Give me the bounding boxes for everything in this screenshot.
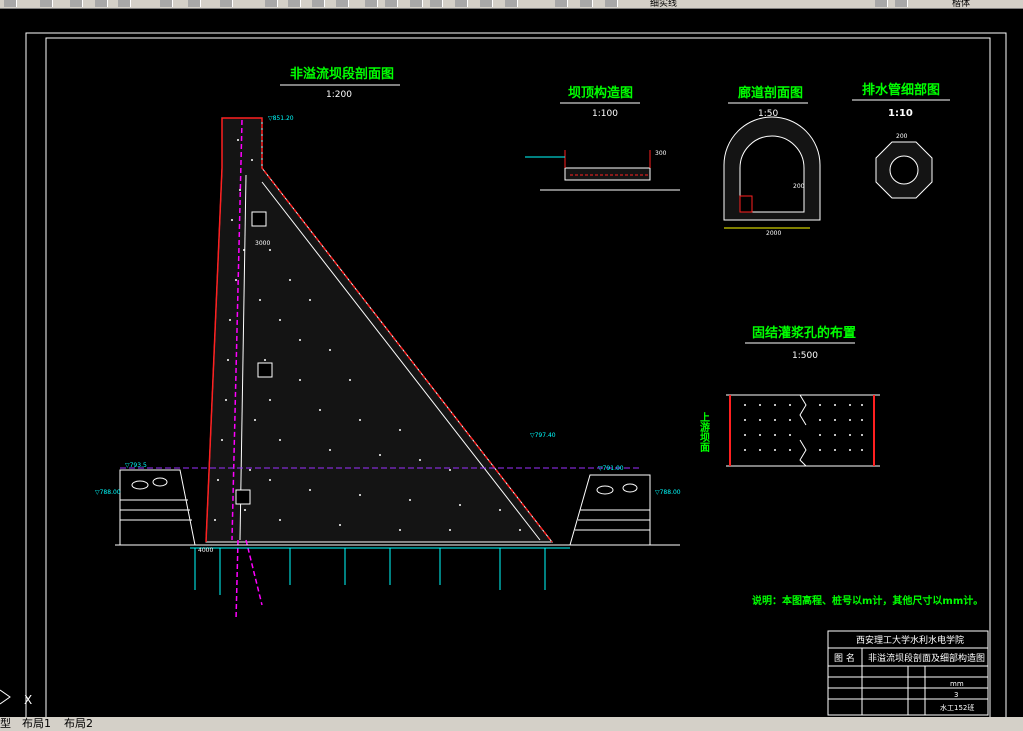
toolbar-button[interactable]: [385, 0, 398, 7]
upstream-face-label: 上游坝面: [698, 411, 710, 453]
toolbar: 细实线 楷体: [0, 0, 1023, 9]
toolbar-button[interactable]: [118, 0, 131, 7]
dimension-label: 4000: [198, 547, 213, 554]
grout-curtain: [235, 539, 239, 621]
crest-title: 坝顶构造图: [568, 85, 633, 101]
svg-text:200: 200: [896, 133, 908, 140]
layout-tabs: 型 布局1 布局2: [0, 717, 1023, 731]
cad-drawing: ▽851.20 ▽793.5 ▽788.00 ▽791.00 ▽788.00 ▽…: [0, 32, 1007, 726]
main-title: 非溢流坝段剖面图: [290, 66, 394, 82]
toolbar-button[interactable]: [40, 0, 53, 7]
grout-curtain: [245, 539, 263, 606]
toolbar-button[interactable]: [160, 0, 173, 7]
grout-layout: [726, 394, 880, 467]
dimension-label: 3000: [255, 240, 270, 247]
sheet-value: 3: [954, 691, 958, 699]
sheet-inner-frame: [45, 37, 991, 721]
toolbar-button[interactable]: [875, 0, 888, 7]
toolbar-button[interactable]: [365, 0, 378, 7]
grout-scale: 1:500: [792, 351, 818, 361]
toolbar-button[interactable]: [505, 0, 518, 7]
svg-text:300: 300: [655, 150, 667, 157]
zoom-icon[interactable]: [265, 0, 278, 7]
dam-body: [205, 117, 554, 543]
gallery: [235, 489, 251, 505]
tab-layout2[interactable]: 布局2: [64, 717, 93, 731]
drain-pipe-detail: 200: [875, 133, 933, 199]
grout-title: 固结灌浆孔的布置: [752, 325, 856, 341]
drain-title: 排水管细部图: [862, 82, 940, 98]
school-name: 西安理工大学水利水电学院: [856, 634, 964, 646]
ucs-x-label: X: [24, 693, 32, 707]
gallery: [251, 211, 267, 227]
crest-scale: 1:100: [592, 109, 618, 119]
toolbar-button[interactable]: [580, 0, 593, 7]
title-block: 西安理工大学水利水电学院 图 名 非溢流坝段剖面及细部构造图 mm 3 水工15…: [827, 630, 989, 716]
ucs-icon: [0, 689, 11, 705]
zoom-icon[interactable]: [288, 0, 301, 7]
class-value: 水工152班: [940, 703, 974, 712]
elevation-label: ▽797.40: [530, 432, 556, 439]
toolbar-button[interactable]: [95, 0, 108, 7]
sheet-outer-frame: [25, 32, 1007, 726]
zoom-icon[interactable]: [336, 0, 349, 7]
drain-scale: 1:10: [888, 108, 913, 119]
elevation-label: ▽851.20: [268, 115, 294, 122]
drawing-name: 非溢流坝段剖面及细部构造图: [868, 652, 985, 664]
crest-detail: 300: [525, 150, 680, 191]
elevation-label: ▽788.00: [655, 489, 681, 496]
foundation-anchors: [194, 548, 546, 595]
toolbar-button[interactable]: [4, 0, 17, 7]
drawing-canvas[interactable]: ▽851.20 ▽793.5 ▽788.00 ▽791.00 ▽788.00 ▽…: [0, 9, 1023, 726]
elevation-label: ▽788.00: [95, 489, 121, 496]
zoom-icon[interactable]: [312, 0, 325, 7]
toolbar-button[interactable]: [605, 0, 618, 7]
drawing-name-label: 图 名: [834, 652, 855, 664]
toolbar-button[interactable]: [895, 0, 908, 7]
gallery: [257, 362, 273, 378]
layer-combo[interactable]: 细实线: [650, 0, 677, 8]
svg-text:2000: 2000: [766, 230, 781, 237]
main-scale: 1:200: [326, 90, 352, 100]
toolbar-button[interactable]: [410, 0, 423, 7]
tab-layout1[interactable]: 布局1: [22, 717, 51, 731]
toolbar-button[interactable]: [455, 0, 468, 7]
dam-section: ▽851.20 ▽793.5 ▽788.00 ▽791.00 ▽788.00 ▽…: [95, 115, 681, 621]
tab-model[interactable]: 型: [0, 717, 11, 731]
elevation-label: ▽791.00: [598, 465, 624, 472]
style-combo[interactable]: 楷体: [952, 0, 970, 8]
svg-text:200: 200: [793, 183, 805, 190]
toolbar-button[interactable]: [220, 0, 233, 7]
toolbar-button[interactable]: [70, 0, 83, 7]
elevation-label: ▽793.5: [125, 462, 147, 469]
left-bank: [119, 469, 196, 546]
toolbar-button[interactable]: [188, 0, 201, 7]
gallery-title: 廊道剖面图: [738, 85, 803, 101]
drawing-note: 说明：本图高程、桩号以m计，其他尺寸以mm计。: [752, 594, 983, 607]
toolbar-button[interactable]: [480, 0, 493, 7]
toolbar-button[interactable]: [430, 0, 443, 7]
toolbar-button[interactable]: [555, 0, 568, 7]
gallery-detail: 2000 200: [723, 116, 821, 237]
unit-value: mm: [950, 680, 964, 688]
